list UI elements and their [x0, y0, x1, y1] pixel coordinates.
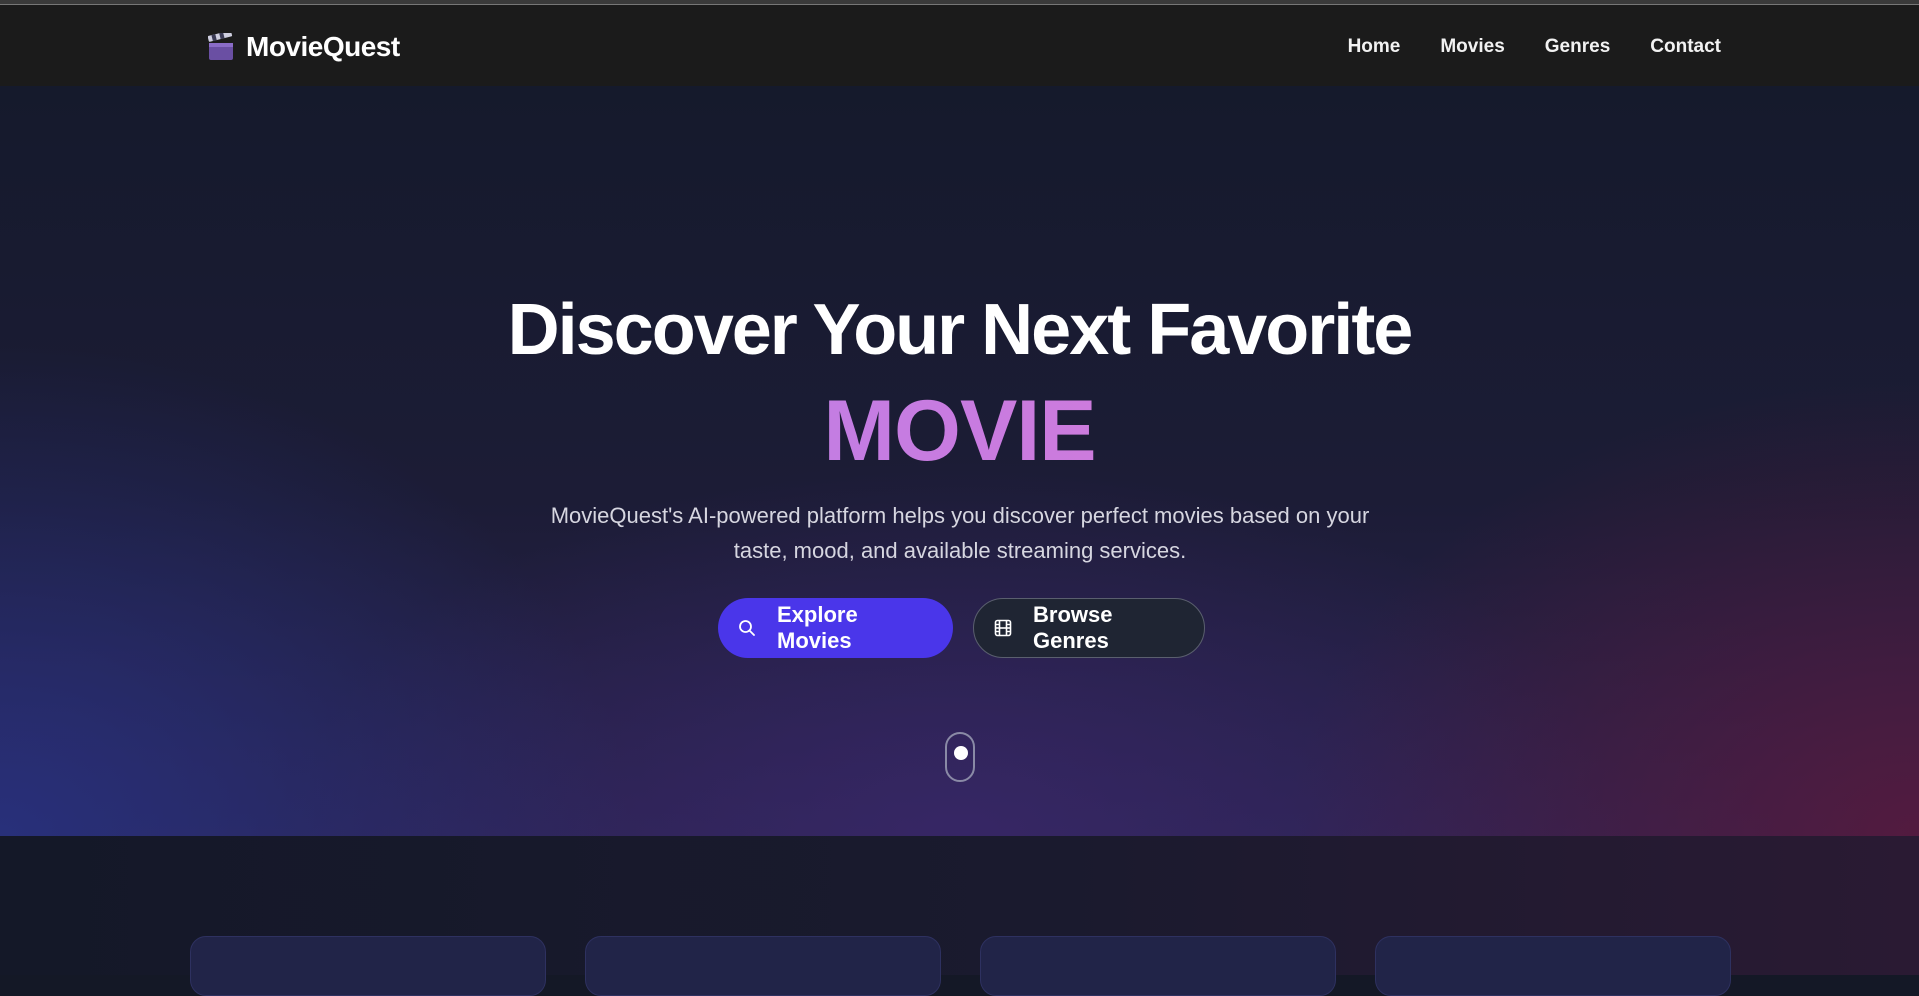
navbar: MovieQuest Home Movies Genres Contact [0, 5, 1919, 86]
search-icon [739, 620, 755, 636]
hero-accent-word: MOVIE [0, 388, 1919, 474]
browse-genres-button[interactable]: Browse Genres [973, 598, 1205, 658]
features-section [0, 836, 1919, 996]
explore-movies-label: Explore Movies [777, 602, 858, 653]
feature-card [1375, 936, 1731, 996]
browse-genres-label: Browse Genres [1033, 602, 1113, 653]
nav-contact[interactable]: Contact [1650, 36, 1721, 58]
hero-section: Discover Your Next Favorite MOVIE MovieQ… [0, 86, 1919, 836]
nav-genres[interactable]: Genres [1545, 36, 1610, 58]
feature-card [980, 936, 1336, 996]
hero-buttons: Explore Movies Browse Genres [0, 598, 1919, 658]
hero-subtitle-line-2: taste, mood, and available streaming ser… [733, 538, 1187, 563]
scroll-indicator-dot [954, 746, 968, 760]
hero-title: Discover Your Next Favorite [507, 290, 1414, 370]
brand-name: MovieQuest [246, 31, 400, 62]
nav-movies[interactable]: Movies [1440, 36, 1504, 58]
nav-links: Home Movies Genres Contact [1348, 36, 1721, 58]
clapperboard-icon [207, 30, 234, 61]
scroll-indicator[interactable] [945, 732, 975, 782]
hero-subtitle: MovieQuest's AI-powered platform helps y… [510, 498, 1410, 568]
feature-card [190, 936, 546, 996]
nav-home[interactable]: Home [1348, 36, 1401, 58]
feature-card [585, 936, 941, 996]
hero-subtitle-line-1: MovieQuest's AI-powered platform helps y… [550, 503, 1370, 528]
brand-logo[interactable]: MovieQuest [207, 30, 400, 63]
explore-movies-button[interactable]: Explore Movies [718, 598, 953, 658]
film-icon [994, 619, 1012, 637]
